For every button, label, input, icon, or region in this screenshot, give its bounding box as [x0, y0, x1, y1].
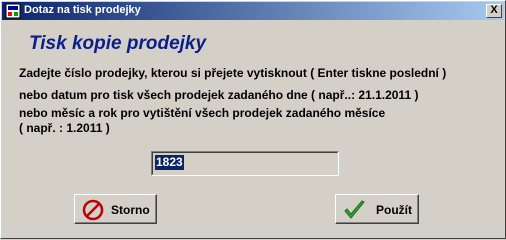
dialog-heading: Tisk kopie prodejky [29, 33, 207, 54]
instruction-line-4: ( např. : 1.2011 ) [19, 121, 110, 135]
receipt-number-input[interactable]: 1823 [151, 151, 339, 176]
cancel-button[interactable]: Storno [74, 194, 157, 224]
checkmark-icon [344, 200, 365, 219]
apply-button-label: Použít [376, 203, 412, 217]
app-icon [5, 3, 21, 19]
instruction-line-1: Zadejte číslo prodejky, kterou si přejet… [19, 66, 447, 80]
window-title: Dotaz na tisk prodejky [24, 4, 141, 16]
apply-button[interactable]: Použít [335, 194, 419, 224]
cancel-button-label: Storno [111, 203, 150, 217]
close-button[interactable]: X [486, 4, 502, 18]
input-value[interactable]: 1823 [155, 155, 184, 170]
title-bar[interactable]: Dotaz na tisk prodejky X [2, 2, 504, 20]
no-sign-icon [82, 199, 104, 221]
instruction-line-3: nebo měsíc a rok pro vytištění všech pro… [19, 106, 386, 120]
dialog-window: Dotaz na tisk prodejky X Tisk kopie prod… [0, 0, 506, 239]
instruction-line-2: nebo datum pro tisk všech prodejek zadan… [19, 88, 419, 102]
close-icon: X [490, 4, 498, 16]
